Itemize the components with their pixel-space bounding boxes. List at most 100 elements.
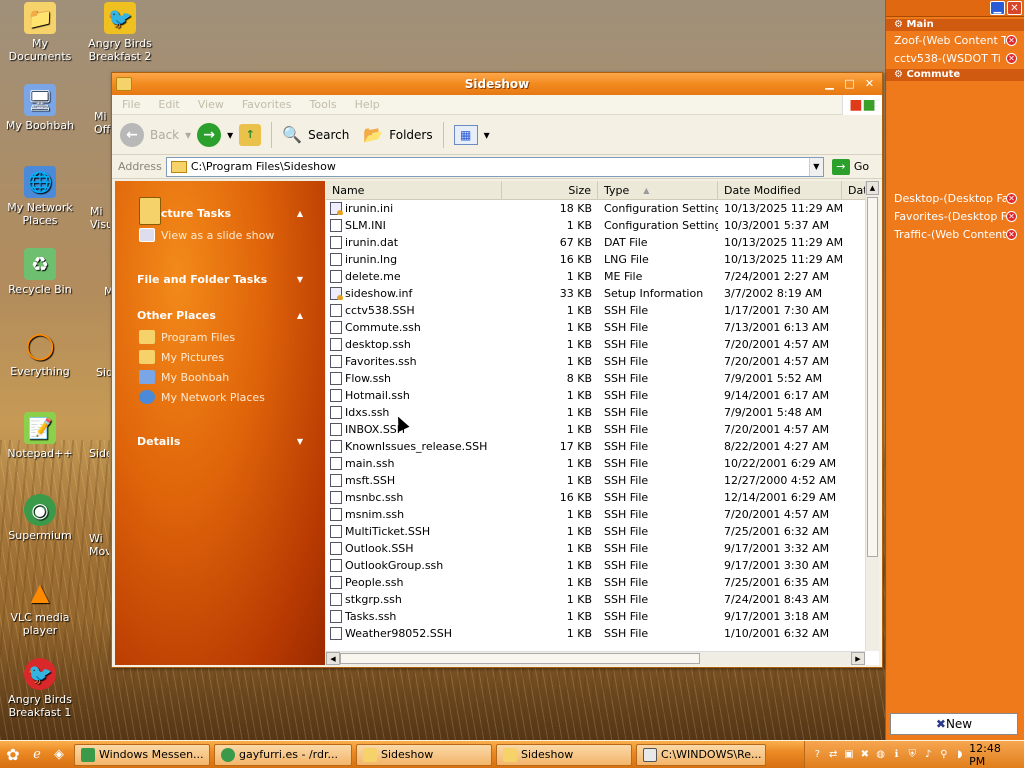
volume-icon[interactable]: ♪ (922, 748, 935, 762)
details-header[interactable]: Details ▼ (125, 429, 315, 453)
go-button[interactable]: → Go (831, 158, 869, 175)
column-date-partial[interactable]: Dat (842, 181, 867, 199)
menu-tools[interactable]: Tools (310, 98, 337, 111)
place-my-network-places[interactable]: My Network Places (125, 387, 315, 407)
messenger-icon[interactable]: ✖ (858, 748, 871, 762)
file-row[interactable]: msnim.ssh 1 KB SSH File 7/20/2001 4:57 AM (326, 506, 879, 523)
shield-icon[interactable]: ⛨ (906, 748, 919, 762)
menu-favorites[interactable]: Favorites (242, 98, 292, 111)
forward-arrow-icon[interactable]: → (197, 122, 222, 147)
file-row[interactable]: INBOX.SSH 1 KB SSH File 7/20/2001 4:57 AM (326, 421, 879, 438)
remove-icon[interactable]: ✕ (1006, 210, 1017, 222)
folders-icon[interactable]: 📂 (363, 125, 383, 144)
close-button[interactable]: ✕ (861, 76, 878, 91)
sidebar-item[interactable]: Traffic-(Web Content ✕ (886, 225, 1024, 243)
file-row[interactable]: delete.me 1 KB ME File 7/24/2001 2:27 AM (326, 268, 879, 285)
menu-edit[interactable]: Edit (158, 98, 179, 111)
file-row[interactable]: Tasks.ssh 1 KB SSH File 9/17/2001 3:18 AM (326, 608, 879, 625)
place-program-files[interactable]: Program Files (125, 327, 315, 347)
file-row[interactable]: KnownIssues_release.SSH 17 KB SSH File 8/22… (326, 438, 879, 455)
place-my-pictures[interactable]: My Pictures (125, 347, 315, 367)
other-places-header[interactable]: Other Places ▲ (125, 303, 315, 327)
column-name[interactable]: Name (326, 181, 502, 199)
back-arrow-icon[interactable]: ← (120, 122, 144, 147)
info-icon[interactable]: ℹ (890, 748, 903, 762)
file-row[interactable]: Outlook.SSH 1 KB SSH File 9/17/2001 3:32 AM (326, 540, 879, 557)
globe-icon[interactable]: ◍ (874, 748, 887, 762)
expand-icon[interactable]: ▼ (297, 437, 303, 446)
menu-file[interactable]: File (122, 98, 140, 111)
collapse-icon[interactable]: ▲ (297, 209, 303, 218)
file-row[interactable]: Commute.ssh 1 KB SSH File 7/13/2001 6:13 AM (326, 319, 879, 336)
search-icon[interactable]: ⚲ (938, 748, 951, 762)
back-button[interactable]: Back (150, 128, 179, 142)
scroll-left-icon[interactable]: ◀ (326, 652, 340, 665)
search-button[interactable]: Search (308, 128, 349, 142)
help-icon[interactable]: ? (811, 748, 824, 762)
address-input[interactable]: C:\Program Files\Sideshow ▼ (165, 156, 824, 177)
folders-button[interactable]: Folders (389, 128, 432, 142)
file-row[interactable]: SLM.INI 1 KB Configuration Settings 10/3/20… (326, 217, 879, 234)
file-row[interactable]: Flow.ssh 8 KB SSH File 7/9/2001 5:52 AM (326, 370, 879, 387)
sidebar-item[interactable]: Desktop-(Desktop Fa ✕ (886, 189, 1024, 207)
desktop-icon-notepad-plus-plus[interactable]: 📝 Notepad++ (0, 412, 80, 460)
desktop-icon-angry-birds-1[interactable]: 🐦 Angry Birds Breakfast 1 (0, 658, 80, 719)
sidebar-section-main[interactable]: ⚙ Main (886, 19, 1024, 31)
search-icon[interactable]: 🔍 (282, 125, 302, 144)
desktop-icon-recycle-bin[interactable]: ♻ Recycle Bin (0, 248, 80, 296)
task-browser[interactable]: gayfurri.es - /rdr... (214, 743, 352, 766)
task-sideshow-2[interactable]: Sideshow (496, 743, 632, 766)
sidebar-item[interactable]: Zoof-(Web Content Ti ✕ (886, 31, 1024, 49)
file-row[interactable]: Idxs.ssh 1 KB SSH File 7/9/2001 5:48 AM (326, 404, 879, 421)
quicklaunch-icon[interactable]: ◈ (48, 744, 70, 766)
file-row[interactable]: Weather98052.SSH 1 KB SSH File 1/10/2001 6:… (326, 625, 879, 642)
file-row[interactable]: main.ssh 1 KB SSH File 10/22/2001 6:29 AM (326, 455, 879, 472)
collapse-icon[interactable]: ▲ (297, 311, 303, 320)
horizontal-scrollbar[interactable]: ◀ ▶ (326, 651, 865, 665)
file-folder-tasks-header[interactable]: File and Folder Tasks ▼ (125, 267, 315, 291)
views-dropdown-icon[interactable]: ▾ (484, 128, 490, 142)
file-row[interactable]: Favorites.ssh 1 KB SSH File 7/20/2001 4:57 … (326, 353, 879, 370)
remove-icon[interactable]: ✕ (1006, 34, 1017, 46)
file-row[interactable]: msnbc.ssh 16 KB SSH File 12/14/2001 6:29 AM (326, 489, 879, 506)
task-sideshow-1[interactable]: Sideshow (356, 743, 492, 766)
desktop-icon-my-network-places[interactable]: 🌐 My Network Places (0, 166, 80, 227)
task-windows-regedit[interactable]: C:\WINDOWS\Re... (636, 743, 766, 766)
column-date-modified[interactable]: Date Modified (718, 181, 842, 199)
file-row[interactable]: irunin.ini 18 KB Configuration Settings 10/… (326, 200, 879, 217)
file-row[interactable]: msft.SSH 1 KB SSH File 12/27/2000 4:52 AM (326, 472, 879, 489)
file-row[interactable]: People.ssh 1 KB SSH File 7/25/2001 6:35 AM (326, 574, 879, 591)
file-row[interactable]: stkgrp.ssh 1 KB SSH File 7/24/2001 8:43 AM (326, 591, 879, 608)
internet-explorer-icon[interactable]: ℯ (26, 744, 48, 766)
minimize-button[interactable]: ▁ (821, 76, 838, 91)
tray-icon[interactable]: ⇄ (827, 748, 840, 762)
remove-icon[interactable]: ✕ (1006, 228, 1017, 240)
file-row[interactable]: Hotmail.ssh 1 KB SSH File 9/14/2001 6:17 AM (326, 387, 879, 404)
menu-view[interactable]: View (198, 98, 224, 111)
scroll-thumb[interactable] (867, 197, 878, 557)
title-bar[interactable]: Sideshow ▁ □ ✕ (112, 73, 882, 95)
column-type[interactable]: Type ▲ (598, 181, 718, 199)
file-row[interactable]: irunin.dat 67 KB DAT File 10/13/2025 11:29 … (326, 234, 879, 251)
desktop-icon-partial[interactable]: Side (89, 447, 109, 460)
column-size[interactable]: Size (502, 181, 598, 199)
speaker-icon[interactable]: ◗ (953, 748, 966, 762)
sidebar-section-commute[interactable]: ⚙ Commute (886, 69, 1024, 81)
scroll-thumb[interactable] (340, 653, 700, 664)
task-windows-messenger[interactable]: Windows Messen... (74, 743, 210, 766)
menu-help[interactable]: Help (355, 98, 380, 111)
desktop-icon-partial[interactable]: Wi Movi (89, 532, 109, 558)
file-row[interactable]: OutlookGroup.ssh 1 KB SSH File 9/17/2001 3:… (326, 557, 879, 574)
file-row[interactable]: MultiTicket.SSH 1 KB SSH File 7/25/2001 6:3… (326, 523, 879, 540)
desktop-icon-supermium[interactable]: ◉ Supermium (0, 494, 80, 542)
desktop-icon-vlc[interactable]: ▲ VLC media player (0, 576, 80, 638)
expand-icon[interactable]: ▼ (297, 275, 303, 284)
back-dropdown-icon[interactable]: ▾ (185, 128, 191, 142)
vertical-scrollbar[interactable]: ▲ (865, 181, 879, 651)
desktop-icon-partial[interactable]: Mi Visu (90, 205, 110, 231)
view-slideshow-link[interactable]: View as a slide show (125, 225, 315, 245)
scroll-right-icon[interactable]: ▶ (851, 652, 865, 665)
close-button[interactable]: ✕ (1007, 1, 1022, 15)
new-button[interactable]: ✖New (890, 713, 1018, 735)
up-folder-icon[interactable]: ↑ (239, 123, 262, 146)
